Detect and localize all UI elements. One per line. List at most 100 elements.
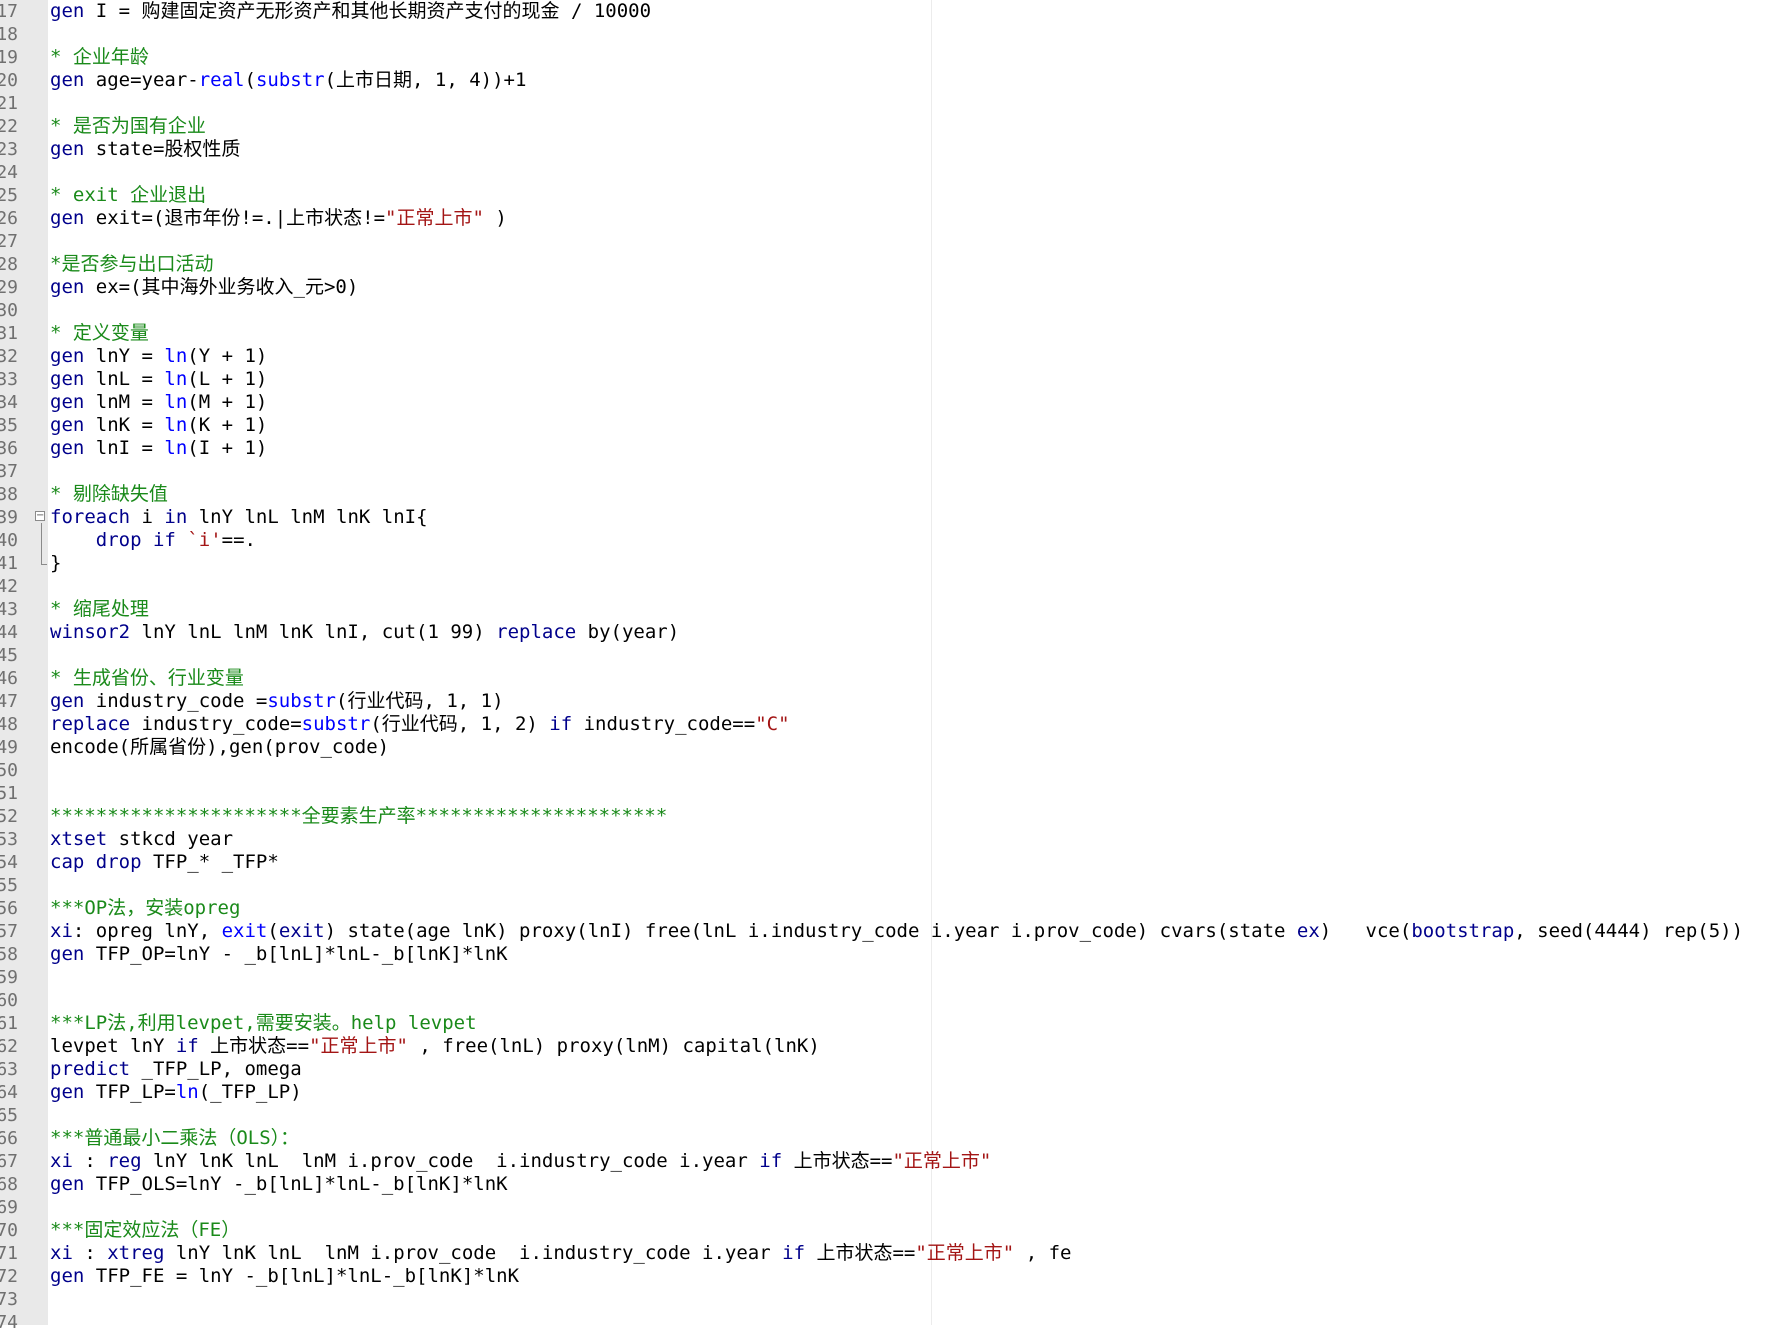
code-line[interactable]: 61 ***LP法,利用levpet,需要安装。help levpet	[0, 1012, 1792, 1035]
code-text[interactable]: ***固定效应法（FE）	[50, 1219, 240, 1242]
code-line[interactable]: 49 encode(所属省份),gen(prov_code)	[0, 736, 1792, 759]
code-text[interactable]: gen lnK = ln(K + 1)	[50, 414, 267, 437]
code-text[interactable]: gen TFP_LP=ln(_TFP_LP)	[50, 1081, 302, 1104]
code-line[interactable]: 19 * 企业年龄	[0, 46, 1792, 69]
code-text[interactable]: gen lnM = ln(M + 1)	[50, 391, 267, 414]
code-text[interactable]: levpet lnY if 上市状态=="正常上市" , free(lnL) p…	[50, 1035, 820, 1058]
code-text[interactable]: gen TFP_OLS=lnY -_b[lnL]*lnL-_b[lnK]*lnK	[50, 1173, 508, 1196]
code-text[interactable]: drop if `i'==.	[50, 529, 256, 552]
code-line[interactable]: 56 ***OP法，安装opreg	[0, 897, 1792, 920]
code-text[interactable]: ***普通最小二乘法（OLS）：	[50, 1127, 299, 1150]
code-text[interactable]: gen TFP_OP=lnY - _b[lnL]*lnL-_b[lnK]*lnK	[50, 943, 508, 966]
code-line[interactable]: 69	[0, 1196, 1792, 1219]
code-text[interactable]: gen age=year-real(substr(上市日期, 1, 4))+1	[50, 69, 526, 92]
code-text[interactable]: * 生成省份、行业变量	[50, 667, 244, 690]
code-line[interactable]: 64 gen TFP_LP=ln(_TFP_LP)	[0, 1081, 1792, 1104]
code-line[interactable]: 71 xi : xtreg lnY lnK lnL lnM i.prov_code…	[0, 1242, 1792, 1265]
code-line[interactable]: 55	[0, 874, 1792, 897]
code-line[interactable]: 31 * 定义变量	[0, 322, 1792, 345]
code-line[interactable]: 33 gen lnL = ln(L + 1)	[0, 368, 1792, 391]
code-text[interactable]: gen lnY = ln(Y + 1)	[50, 345, 267, 368]
code-line[interactable]: 42	[0, 575, 1792, 598]
code-text[interactable]: gen ex=(其中海外业务收入_元>0)	[50, 276, 358, 299]
code-text[interactable]: * 是否为国有企业	[50, 115, 206, 138]
code-line[interactable]: 52 **********************全要素生产率**********…	[0, 805, 1792, 828]
code-line[interactable]: 57 xi: opreg lnY, exit(exit) state(age ln…	[0, 920, 1792, 943]
code-text[interactable]: xtset stkcd year	[50, 828, 233, 851]
code-line[interactable]: 43 * 缩尾处理	[0, 598, 1792, 621]
code-line[interactable]: 70 ***固定效应法（FE）	[0, 1219, 1792, 1242]
code-line[interactable]: 73	[0, 1288, 1792, 1311]
code-line[interactable]: 67 xi : reg lnY lnK lnL lnM i.prov_code i…	[0, 1150, 1792, 1173]
code-text[interactable]: * 缩尾处理	[50, 598, 149, 621]
code-line[interactable]: 39 foreach i in lnY lnL lnM lnK lnI{	[0, 506, 1792, 529]
code-text[interactable]: * exit 企业退出	[50, 184, 206, 207]
code-text[interactable]: }	[50, 552, 61, 575]
code-line[interactable]: 65	[0, 1104, 1792, 1127]
code-line[interactable]: 60	[0, 989, 1792, 1012]
code-text[interactable]: xi: opreg lnY, exit(exit) state(age lnK)…	[50, 920, 1743, 943]
code-line[interactable]: 59	[0, 966, 1792, 989]
code-text[interactable]: ***OP法，安装opreg	[50, 897, 240, 920]
code-line[interactable]: 23 gen state=股权性质	[0, 138, 1792, 161]
code-text[interactable]: winsor2 lnY lnL lnM lnK lnI, cut(1 99) r…	[50, 621, 679, 644]
code-line[interactable]: 35 gen lnK = ln(K + 1)	[0, 414, 1792, 437]
code-line[interactable]: 66 ***普通最小二乘法（OLS）：	[0, 1127, 1792, 1150]
code-line[interactable]: 47 gen industry_code =substr(行业代码, 1, 1)	[0, 690, 1792, 713]
code-line[interactable]: 22 * 是否为国有企业	[0, 115, 1792, 138]
code-text[interactable]: encode(所属省份),gen(prov_code)	[50, 736, 389, 759]
code-text[interactable]: gen industry_code =substr(行业代码, 1, 1)	[50, 690, 504, 713]
code-line[interactable]: 50	[0, 759, 1792, 782]
code-line[interactable]: 53 xtset stkcd year	[0, 828, 1792, 851]
code-line[interactable]: 32 gen lnY = ln(Y + 1)	[0, 345, 1792, 368]
code-line[interactable]: 40 drop if `i'==.	[0, 529, 1792, 552]
code-text[interactable]: * 定义变量	[50, 322, 149, 345]
code-line[interactable]: 45	[0, 644, 1792, 667]
code-line[interactable]: 25 * exit 企业退出	[0, 184, 1792, 207]
code-line[interactable]: 41}	[0, 552, 1792, 575]
code-text[interactable]: foreach i in lnY lnL lnM lnK lnI{	[50, 506, 428, 529]
code-line[interactable]: 58 gen TFP_OP=lnY - _b[lnL]*lnL-_b[lnK]*l…	[0, 943, 1792, 966]
code-text[interactable]: gen TFP_FE = lnY -_b[lnL]*lnL-_b[lnK]*ln…	[50, 1265, 519, 1288]
code-line[interactable]: 72 gen TFP_FE = lnY -_b[lnL]*lnL-_b[lnK]*…	[0, 1265, 1792, 1288]
code-line[interactable]: 48 replace industry_code=substr(行业代码, 1, …	[0, 713, 1792, 736]
code-line[interactable]: 51	[0, 782, 1792, 805]
code-line[interactable]: 38 * 剔除缺失值	[0, 483, 1792, 506]
code-line[interactable]: 54 cap drop TFP_* _TFP*	[0, 851, 1792, 874]
code-line[interactable]: 63 predict _TFP_LP, omega	[0, 1058, 1792, 1081]
code-line[interactable]: 29 gen ex=(其中海外业务收入_元>0)	[0, 276, 1792, 299]
code-text[interactable]: cap drop TFP_* _TFP*	[50, 851, 279, 874]
code-line[interactable]: 46 * 生成省份、行业变量	[0, 667, 1792, 690]
code-text[interactable]: **********************全要素生产率************…	[50, 805, 667, 828]
code-text[interactable]: predict _TFP_LP, omega	[50, 1058, 302, 1081]
code-line[interactable]: 24	[0, 161, 1792, 184]
code-text[interactable]: xi : reg lnY lnK lnL lnM i.prov_code i.i…	[50, 1150, 991, 1173]
code-text[interactable]: gen state=股权性质	[50, 138, 240, 161]
code-text[interactable]: gen lnI = ln(I + 1)	[50, 437, 267, 460]
code-line[interactable]: 62 levpet lnY if 上市状态=="正常上市" , free(lnL)…	[0, 1035, 1792, 1058]
code-text[interactable]: xi : xtreg lnY lnK lnL lnM i.prov_code i…	[50, 1242, 1071, 1265]
code-line[interactable]: 36 gen lnI = ln(I + 1)	[0, 437, 1792, 460]
code-text[interactable]: ***LP法,利用levpet,需要安装。help levpet	[50, 1012, 477, 1035]
code-text[interactable]: gen lnL = ln(L + 1)	[50, 368, 267, 391]
code-line[interactable]: 17 gen I = 购建固定资产无形资产和其他长期资产支付的现金 / 10000	[0, 0, 1792, 23]
code-text[interactable]: gen exit=(退市年份!=.|上市状态!="正常上市" )	[50, 207, 507, 230]
code-line[interactable]: 68 gen TFP_OLS=lnY -_b[lnL]*lnL-_b[lnK]*l…	[0, 1173, 1792, 1196]
code-line[interactable]: 27	[0, 230, 1792, 253]
code-text[interactable]: * 剔除缺失值	[50, 483, 168, 506]
code-text[interactable]: * 企业年龄	[50, 46, 149, 69]
code-line[interactable]: 30	[0, 299, 1792, 322]
code-line[interactable]: 20 gen age=year-real(substr(上市日期, 1, 4))+…	[0, 69, 1792, 92]
code-line[interactable]: 21	[0, 92, 1792, 115]
code-line[interactable]: 18	[0, 23, 1792, 46]
code-line[interactable]: 28 *是否参与出口活动	[0, 253, 1792, 276]
code-line[interactable]: 37	[0, 460, 1792, 483]
code-line[interactable]: 34 gen lnM = ln(M + 1)	[0, 391, 1792, 414]
code-text[interactable]: replace industry_code=substr(行业代码, 1, 2)…	[50, 713, 790, 736]
code-editor[interactable]: 17 gen I = 购建固定资产无形资产和其他长期资产支付的现金 / 10000…	[0, 0, 1792, 1334]
code-line[interactable]: 74	[0, 1311, 1792, 1334]
code-text[interactable]: *是否参与出口活动	[50, 253, 213, 276]
code-line[interactable]: 26 gen exit=(退市年份!=.|上市状态!="正常上市" )	[0, 207, 1792, 230]
code-line[interactable]: 44 winsor2 lnY lnL lnM lnK lnI, cut(1 99)…	[0, 621, 1792, 644]
code-text[interactable]: gen I = 购建固定资产无形资产和其他长期资产支付的现金 / 10000	[50, 0, 651, 23]
